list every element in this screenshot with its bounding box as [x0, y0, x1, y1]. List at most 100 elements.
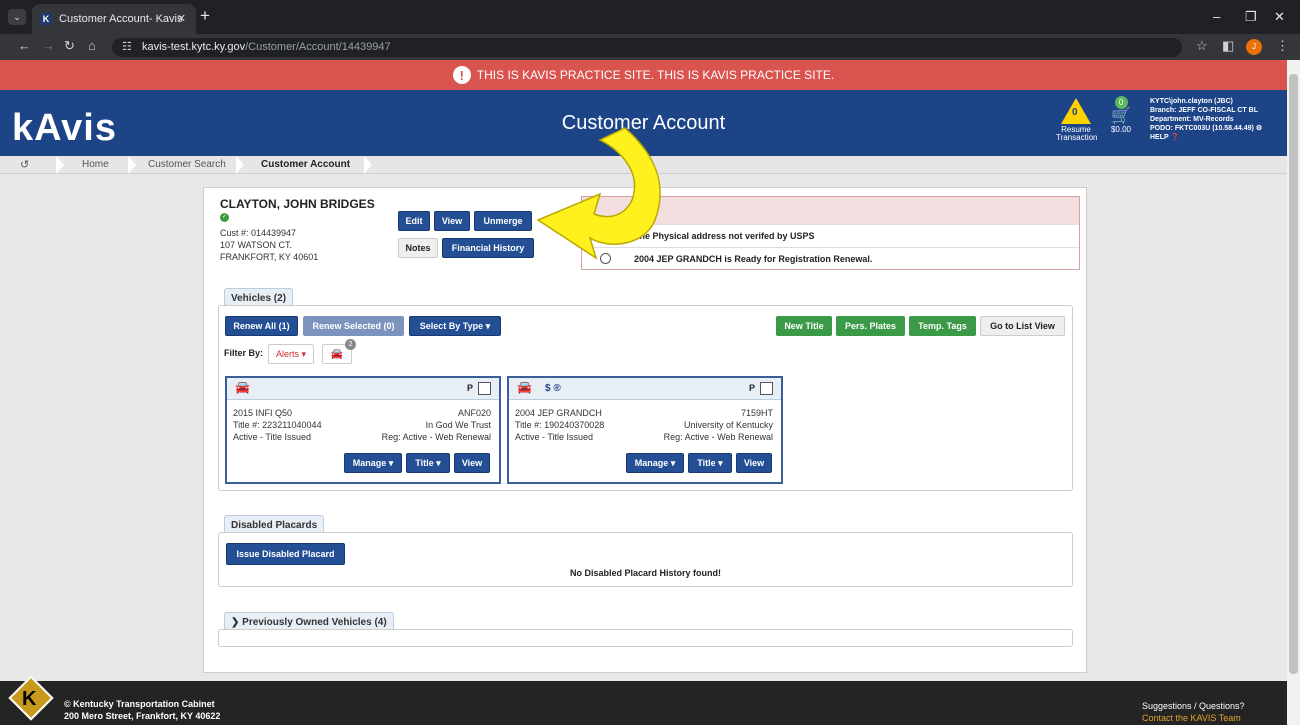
home-icon[interactable]: ⌂ — [88, 38, 96, 53]
breadcrumb-customer-search[interactable]: Customer Search — [148, 159, 226, 170]
user-info: KYTC\john.clayton (JBC) Branch: JEFF CO-… — [1150, 97, 1262, 142]
menu-kebab-icon[interactable]: ⋮ — [1276, 38, 1289, 54]
vehicle-plate: 7159HT — [740, 408, 773, 418]
side-panel-icon[interactable]: ◧ — [1222, 38, 1234, 54]
caret-down-icon: ▾ — [718, 457, 723, 468]
chevron-right-icon: ❯ — [231, 617, 240, 628]
select-by-type-dropdown[interactable]: Select By Type ▾ — [409, 316, 501, 336]
manage-dropdown[interactable]: Manage ▾ — [626, 453, 684, 473]
vehicle-status: Active - Title Issued — [233, 432, 312, 442]
footer-address: 200 Mero Street, Frankfort, KY 40622 — [64, 711, 221, 721]
vehicle-registration: Reg: Active - Web Renewal — [663, 432, 773, 442]
history-icon[interactable]: ↺ — [20, 158, 29, 171]
previously-owned-label: Previously Owned Vehicles (4) — [242, 617, 387, 628]
title-dropdown[interactable]: Title ▾ — [406, 453, 450, 473]
issue-disabled-placard-button[interactable]: Issue Disabled Placard — [226, 543, 345, 565]
tab-disabled-placards[interactable]: Disabled Placards — [224, 515, 325, 533]
user-branch: Branch: JEFF CO-FISCAL CT BL — [1150, 107, 1258, 114]
list-view-button[interactable]: Go to List View — [980, 316, 1065, 336]
vehicle-flag: P — [748, 383, 755, 393]
settings-gear-icon[interactable]: ⚙ — [1256, 125, 1262, 132]
user-department: Department: MV-Records — [1150, 116, 1234, 123]
breadcrumb-separator — [56, 156, 64, 174]
help-link[interactable]: HELP ❓ — [1150, 133, 1262, 142]
pers-plates-button[interactable]: Pers. Plates — [836, 316, 905, 336]
alerts-filter-dropdown[interactable]: Alerts ▾ — [268, 344, 314, 364]
temp-tags-button[interactable]: Temp. Tags — [909, 316, 976, 336]
url-field[interactable]: ☷ kavis-test.kytc.ky.gov/Customer/Accoun… — [112, 38, 1182, 57]
title-label: Title — [415, 458, 434, 468]
customer-name: CLAYTON, JOHN BRIDGES — [220, 197, 375, 211]
resume-count: 0 — [1072, 107, 1078, 118]
car-icon: 🚘 — [235, 380, 250, 394]
caret-down-icon: ▾ — [436, 457, 441, 468]
user-name: KYTC\john.clayton (JBC) — [1150, 98, 1233, 105]
notes-button[interactable]: Notes — [398, 238, 438, 258]
resume-transaction-button[interactable]: 0 Resume Transaction — [1056, 98, 1098, 142]
resume-warning-icon: 0 — [1061, 98, 1091, 124]
new-tab-icon[interactable]: + — [200, 7, 210, 24]
manage-label: Manage — [352, 458, 387, 468]
site-info-icon[interactable]: ☷ — [122, 38, 132, 57]
customer-address-line2: FRANKFORT, KY 40601 — [220, 252, 319, 262]
vehicle-select-checkbox[interactable] — [760, 382, 773, 395]
cart-icon: 🛒 — [1111, 108, 1131, 125]
unmerge-button[interactable]: Unmerge — [474, 211, 532, 231]
previously-owned-section — [218, 629, 1073, 647]
cart-total: $0.00 — [1110, 125, 1132, 134]
breadcrumb-home[interactable]: Home — [82, 159, 109, 170]
tab-vehicles[interactable]: Vehicles (2) — [224, 288, 294, 306]
alerts-filter-label: Alerts — [275, 349, 299, 359]
contact-kavis-link[interactable]: Contact the KAVIS Team — [1142, 712, 1245, 724]
user-podo: PODO: FKTC003U (10.58.44.49) — [1150, 125, 1254, 132]
financial-history-button[interactable]: Financial History — [442, 238, 534, 258]
back-icon[interactable]: ← — [18, 38, 31, 53]
kavis-favicon-icon: K — [40, 13, 52, 25]
view-vehicle-button[interactable]: View — [454, 453, 490, 473]
new-title-button[interactable]: New Title — [776, 316, 832, 336]
reload-icon[interactable]: ↻ — [64, 38, 75, 54]
footer-contact: Suggestions / Questions? Contact the KAV… — [1142, 700, 1245, 724]
vehicle-registration: Reg: Active - Web Renewal — [381, 432, 491, 442]
view-vehicle-button[interactable]: View — [736, 453, 772, 473]
vehicle-select-checkbox[interactable] — [478, 382, 491, 395]
help-label: HELP — [1150, 134, 1169, 141]
breadcrumb-separator — [128, 156, 136, 174]
edit-button[interactable]: Edit — [398, 211, 430, 231]
no-placard-message: No Disabled Placard History found! — [569, 568, 722, 578]
caret-down-icon: ▾ — [670, 457, 676, 468]
close-window-icon[interactable]: ✕ — [1274, 9, 1285, 25]
breadcrumb-separator — [364, 156, 372, 174]
car-icon: 🚘 — [330, 348, 344, 360]
minimize-icon[interactable]: – — [1213, 9, 1220, 24]
forward-icon[interactable]: → — [42, 38, 55, 53]
vehicle-status: Active - Title Issued — [515, 432, 594, 442]
profile-avatar[interactable]: J — [1246, 39, 1262, 55]
vehicle-card: 🚘 $ ® P 2004 JEP GRANDCH 7159HT Title #:… — [507, 376, 783, 484]
verified-check-icon: ✓ — [220, 213, 229, 222]
title-dropdown[interactable]: Title ▾ — [688, 453, 732, 473]
footer-suggestions: Suggestions / Questions? — [1142, 701, 1245, 711]
scrollbar-thumb[interactable] — [1289, 74, 1298, 674]
renew-all-button[interactable]: Renew All (1) — [225, 316, 298, 336]
view-customer-button[interactable]: View — [434, 211, 470, 231]
browser-tab[interactable]: K Customer Account- Kavis ✕ — [32, 4, 196, 34]
footer-org-name: © Kentucky Transportation Cabinet — [64, 699, 215, 709]
customer-number: Cust #: 014439947 — [220, 228, 297, 238]
renew-selected-button[interactable]: Renew Selected (0) — [303, 316, 404, 336]
annotation-arrow-icon — [536, 127, 661, 260]
restore-icon[interactable]: ❐ — [1245, 9, 1257, 25]
tab-search-icon[interactable]: ⌄ — [8, 9, 26, 25]
close-tab-icon[interactable]: ✕ — [177, 12, 186, 25]
manage-dropdown[interactable]: Manage ▾ — [344, 453, 402, 473]
tab-previously-owned[interactable]: ❯ Previously Owned Vehicles (4) — [224, 612, 394, 630]
caret-down-icon: ▾ — [301, 348, 307, 359]
bookmark-star-icon[interactable]: ☆ — [1196, 38, 1208, 54]
warning-icon: ! — [452, 66, 471, 84]
vehicle-plate-type: In God We Trust — [425, 420, 491, 430]
vehicle-flag: P — [466, 383, 473, 393]
vehicle-plate: ANF020 — [457, 408, 491, 418]
select-by-type-label: Select By Type — [419, 321, 484, 331]
cart-button[interactable]: 0 🛒 $0.00 — [1104, 96, 1138, 134]
breadcrumb-current: Customer Account — [261, 159, 351, 170]
